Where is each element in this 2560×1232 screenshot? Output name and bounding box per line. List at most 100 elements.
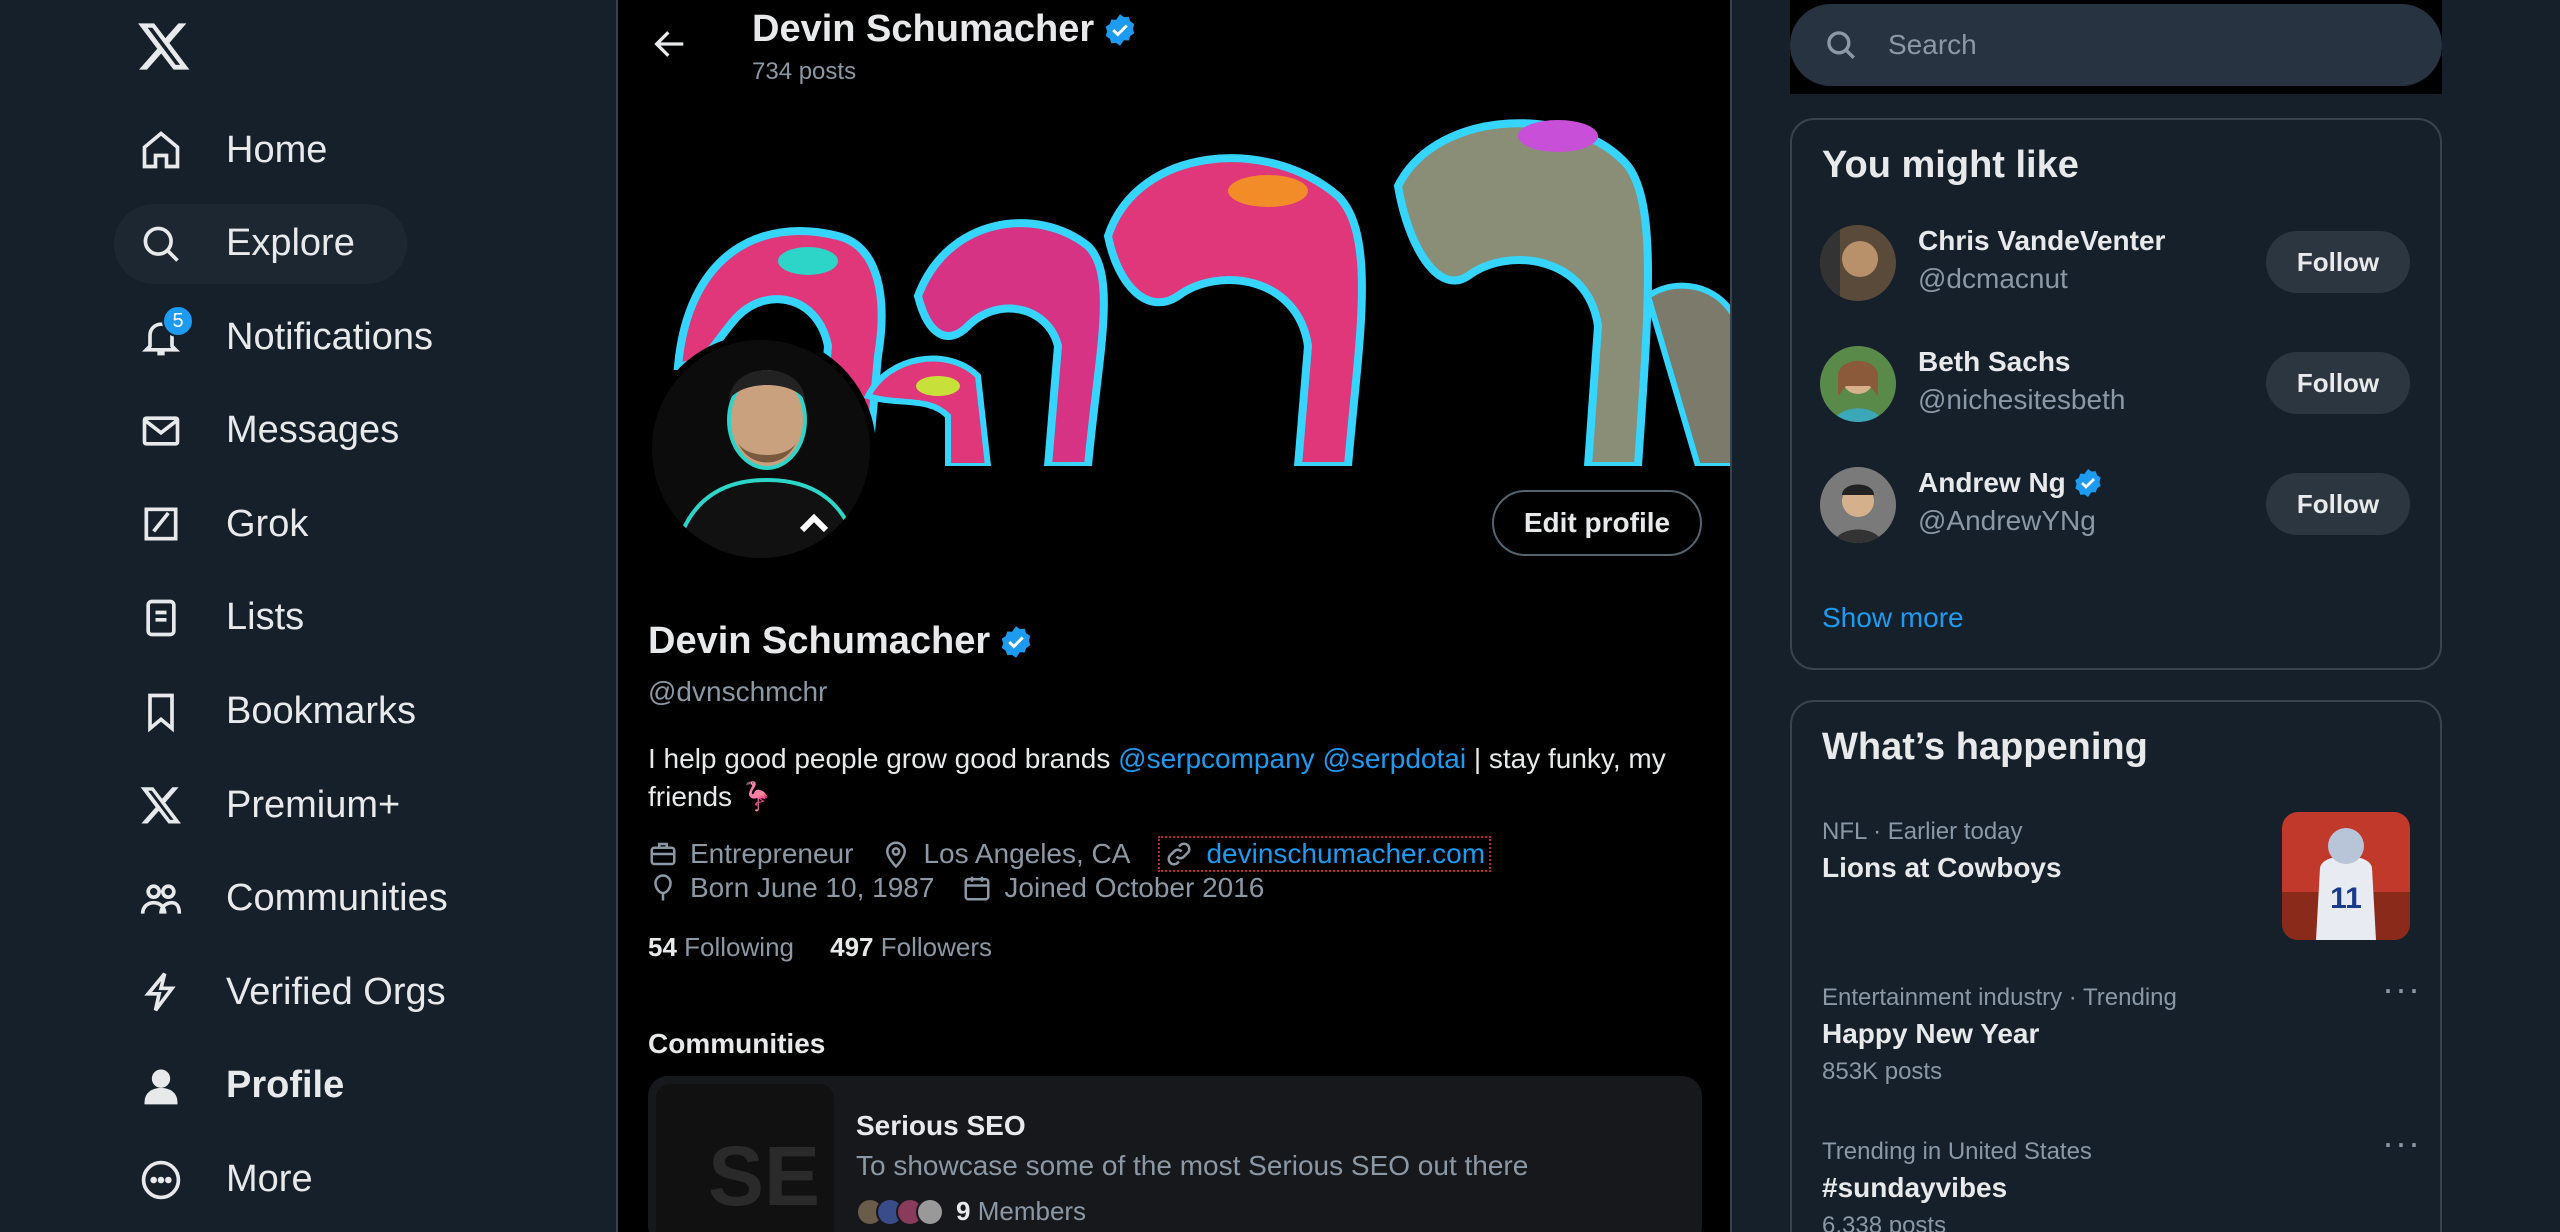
website-item[interactable]: devinschumacher.com <box>1158 836 1492 872</box>
home-icon <box>138 127 184 173</box>
whats-happening-title: What’s happening <box>1822 726 2148 768</box>
nav-messages[interactable]: Messages <box>114 391 594 471</box>
nav-label: Communities <box>226 877 448 920</box>
back-arrow-icon[interactable] <box>650 24 690 64</box>
profile-bio: I help good people grow good brands @ser… <box>648 740 1708 816</box>
suggested-user[interactable]: Beth Sachs @nichesitesbeth Follow <box>1792 346 2440 467</box>
suggested-user[interactable]: Chris VandeVenter @dcmacnut Follow <box>1792 225 2440 346</box>
following-count: 54 <box>648 932 677 962</box>
location-item: Los Angeles, CA <box>881 838 1130 870</box>
community-description: To showcase some of the most Serious SEO… <box>856 1150 1529 1181</box>
verified-badge-icon <box>1105 13 1135 46</box>
following-link[interactable]: 54 Following <box>648 932 794 962</box>
nav-label: Grok <box>226 502 309 545</box>
nav-explore[interactable]: Explore <box>114 203 407 284</box>
trend-item[interactable]: Trending in United States #sundayvibes 6… <box>1822 1138 2422 1232</box>
community-card[interactable]: SE Serious SEO To showcase some of the m… <box>648 1076 1702 1232</box>
notification-badge: 5 <box>162 305 194 338</box>
nav-premium[interactable]: Premium+ <box>114 765 594 845</box>
more-circle-icon <box>138 1157 184 1203</box>
trend-posts: 853K posts <box>1822 1058 1943 1085</box>
bio-mention-serpdotai[interactable]: @serpdotai <box>1322 743 1466 774</box>
bio-mention-serpcompany[interactable]: @serpcompany <box>1118 743 1315 774</box>
suggested-user-name: Beth Sachs <box>1918 346 2071 377</box>
communities-icon <box>138 876 184 922</box>
nav-label: Premium+ <box>226 783 401 826</box>
search-input[interactable] <box>1888 29 2388 61</box>
communities-heading: Communities <box>648 1028 826 1059</box>
profile-header-bar: Devin Schumacher 734 posts <box>618 0 1730 96</box>
search-icon <box>1827 31 1855 59</box>
nav-label: More <box>226 1158 313 1201</box>
following-label: Following <box>684 932 794 962</box>
x-logo-icon <box>138 782 184 828</box>
followers-label: Followers <box>880 932 992 962</box>
grok-icon <box>138 501 184 547</box>
profile-handle: @dvnschmchr <box>648 676 828 707</box>
nav-bookmarks[interactable]: Bookmarks <box>114 672 594 752</box>
nav-lists[interactable]: Lists <box>114 578 594 658</box>
suggested-user[interactable]: Andrew Ng @AndrewYNg Follow <box>1792 467 2440 588</box>
trend-item[interactable]: Entertainment industry · Trending Happy … <box>1822 984 2422 1086</box>
profile-avatar[interactable] <box>646 334 876 564</box>
follow-stats: 54 Following 497 Followers <box>648 932 992 963</box>
profile-name: Devin Schumacher <box>648 620 1034 663</box>
follow-button[interactable]: Follow <box>2266 473 2410 535</box>
followers-count: 497 <box>830 932 874 962</box>
right-sidebar: You might like Chris VandeVenter @dcmacn… <box>1732 0 2560 1232</box>
avatar <box>1820 346 1896 422</box>
nav-label: Notifications <box>226 315 433 358</box>
show-more-link[interactable]: Show more <box>1822 602 2440 634</box>
calendar-icon <box>964 876 990 901</box>
nav-profile[interactable]: Profile <box>114 1046 594 1126</box>
you-might-like-card: You might like Chris VandeVenter @dcmacn… <box>1790 118 2442 670</box>
follow-button[interactable]: Follow <box>2266 352 2410 414</box>
more-options-icon[interactable]: ··· <box>2382 1122 2421 1164</box>
trend-thumbnail: 11 <box>2282 812 2410 940</box>
nav-home[interactable]: Home <box>114 110 594 190</box>
community-name: Serious SEO <box>856 1110 1026 1141</box>
suggested-user-name: Andrew Ng <box>1918 467 2104 499</box>
nav-verified-orgs[interactable]: Verified Orgs <box>114 952 594 1032</box>
nav-more[interactable]: More <box>114 1140 594 1220</box>
suggested-user-handle: @AndrewYNg <box>1918 505 2096 536</box>
search-box[interactable] <box>1790 4 2442 86</box>
you-might-like-title: You might like <box>1822 144 2079 186</box>
location-pin-icon <box>886 841 907 869</box>
trend-posts: 6,338 posts <box>1822 1212 1947 1232</box>
website-link[interactable]: devinschumacher.com <box>1206 838 1485 870</box>
header-name: Devin Schumacher <box>752 8 1138 51</box>
trend-title: #sundayvibes <box>1822 1172 2008 1203</box>
suggested-user-name: Chris VandeVenter <box>1918 225 2166 256</box>
x-logo-icon[interactable] <box>136 18 192 74</box>
nav-label: Messages <box>226 409 400 452</box>
nav-grok[interactable]: Grok <box>114 484 594 564</box>
header-name-text: Devin Schumacher <box>752 8 1095 50</box>
verified-badge-icon[interactable] <box>998 624 1034 660</box>
profile-name-text: Devin Schumacher <box>648 620 991 662</box>
born-item: Born June 10, 1987 <box>648 872 934 904</box>
joined-item: Joined October 2016 <box>962 872 1264 904</box>
avatar <box>1820 225 1896 301</box>
svg-text:11: 11 <box>2330 882 2362 915</box>
nav-label: Verified Orgs <box>226 970 446 1013</box>
community-members: 9 Members <box>856 1196 1086 1227</box>
nav-communities[interactable]: Communities <box>114 859 594 939</box>
person-icon <box>138 1063 184 1109</box>
followers-link[interactable]: 497 Followers <box>830 932 992 962</box>
bio-text: I help good people grow good brands <box>648 743 1119 774</box>
edit-profile-button[interactable]: Edit profile <box>1492 490 1702 556</box>
more-options-icon[interactable]: ··· <box>2382 968 2421 1010</box>
suggested-user-handle: @dcmacnut <box>1918 263 2068 294</box>
follow-button[interactable]: Follow <box>2266 231 2410 293</box>
nav-label: Home <box>226 128 328 171</box>
community-thumbnail: SE <box>656 1084 834 1232</box>
nav-notifications[interactable]: 5 Notifications <box>114 297 594 377</box>
lists-icon <box>138 595 184 641</box>
link-icon <box>1167 842 1191 866</box>
joined-text: Joined October 2016 <box>1004 872 1265 903</box>
members-label: Members <box>977 1196 1087 1226</box>
primary-nav: Home Explore 5 Notifications Messages Gr… <box>114 110 594 1232</box>
nav-label: Lists <box>226 596 305 639</box>
header-post-count: 734 posts <box>752 58 857 85</box>
